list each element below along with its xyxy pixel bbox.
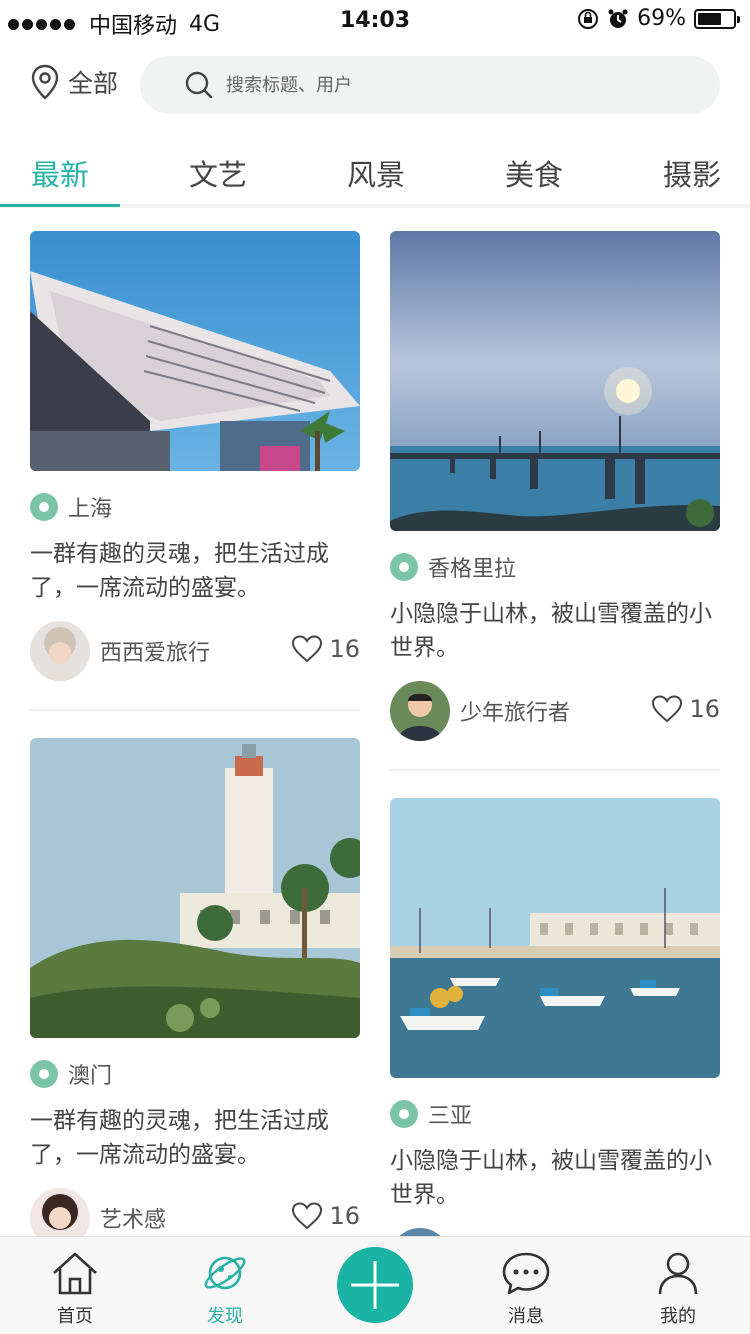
location-filter-label: 全部 — [68, 69, 119, 98]
home-icon — [53, 1252, 97, 1295]
publish-button[interactable] — [337, 1247, 413, 1323]
like-count: 16 — [689, 695, 720, 723]
post-card[interactable]: 香格里拉 小隐隐于山林，被山雪覆盖的小世界。 少年旅行者 16 — [390, 231, 720, 771]
nav-profile[interactable]: 我的 — [628, 1251, 728, 1328]
like-count: 16 — [329, 635, 360, 663]
heart-icon — [292, 635, 323, 663]
author-name[interactable]: 西西爱旅行 — [100, 635, 210, 667]
location-marker-icon — [30, 493, 58, 521]
heart-icon — [292, 1202, 323, 1230]
post-card[interactable]: 三亚 小隐隐于山林，被山雪覆盖的小世界。 — [390, 798, 720, 1288]
post-description: 小隐隐于山林，被山雪覆盖的小世界。 — [390, 601, 712, 661]
post-location-name: 澳门 — [68, 1064, 113, 1089]
post-location: 三亚 — [390, 1098, 720, 1130]
status-right: 69% — [577, 6, 740, 31]
post-description: 小隐隐于山林，被山雪覆盖的小世界。 — [390, 1148, 712, 1208]
author-name[interactable]: 艺术感 — [100, 1202, 166, 1234]
post-photo-building[interactable] — [30, 231, 360, 471]
status-bar: 中国移动 4G 14:03 69% — [0, 0, 750, 40]
tab-latest[interactable]: 最新 — [0, 152, 120, 194]
battery-icon — [694, 8, 740, 29]
nav-profile-label: 我的 — [660, 1306, 696, 1327]
location-pin-icon — [31, 64, 59, 100]
alarm-icon — [608, 9, 628, 28]
nav-messages[interactable]: 消息 — [476, 1251, 576, 1328]
post-location-name: 三亚 — [428, 1104, 473, 1129]
heart-icon — [652, 695, 683, 723]
post-location: 澳门 — [30, 1058, 360, 1090]
bottom-navigation: 首页 发现 消息 我的 — [0, 1236, 750, 1334]
post-author-row: 西西爱旅行 16 — [30, 621, 360, 681]
chat-icon — [502, 1252, 550, 1295]
nav-messages-label: 消息 — [508, 1306, 544, 1327]
post-photo-lighthouse[interactable] — [30, 738, 360, 1038]
planet-icon — [204, 1256, 246, 1290]
location-marker-icon — [390, 1100, 418, 1128]
nav-home-label: 首页 — [57, 1306, 93, 1327]
search-input[interactable] — [226, 74, 646, 96]
location-marker-icon — [390, 553, 418, 581]
tab-photography[interactable]: 摄影 — [632, 152, 750, 194]
tab-literary[interactable]: 文艺 — [158, 152, 278, 194]
rotation-lock-icon — [578, 8, 599, 29]
post-description: 一群有趣的灵魂，把生活过成了，一席流动的盛宴。 — [30, 541, 329, 601]
battery-percent: 69% — [637, 6, 686, 31]
post-location-name: 香格里拉 — [428, 557, 517, 582]
avatar[interactable] — [30, 621, 90, 681]
nav-discover[interactable]: 发现 — [175, 1251, 275, 1328]
user-icon — [658, 1252, 698, 1295]
search-bar[interactable] — [140, 56, 720, 114]
post-card[interactable]: 澳门 一群有趣的灵魂，把生活过成了，一席流动的盛宴。 艺术感 16 — [30, 738, 360, 1248]
tab-food[interactable]: 美食 — [474, 152, 594, 194]
post-author-row: 少年旅行者 16 — [390, 681, 720, 741]
post-card[interactable]: 上海 一群有趣的灵魂，把生活过成了，一席流动的盛宴。 西西爱旅行 16 — [30, 231, 360, 711]
card-divider — [390, 769, 720, 771]
post-description: 一群有趣的灵魂，把生活过成了，一席流动的盛宴。 — [30, 1108, 329, 1168]
nav-discover-label: 发现 — [207, 1306, 243, 1327]
post-photo-harbor[interactable] — [390, 798, 720, 1078]
tab-scenery[interactable]: 风景 — [316, 152, 436, 194]
active-tab-indicator — [0, 204, 120, 207]
nav-home[interactable]: 首页 — [25, 1251, 125, 1328]
post-location-name: 上海 — [68, 497, 113, 522]
plus-icon — [351, 1261, 399, 1309]
category-tabs: 最新 文艺 风景 美食 摄影 — [0, 138, 750, 208]
like-button[interactable]: 16 — [291, 1202, 360, 1230]
location-filter-button[interactable]: 全部 — [30, 64, 118, 100]
like-button[interactable]: 16 — [291, 635, 360, 663]
avatar[interactable] — [390, 681, 450, 741]
location-marker-icon — [30, 1060, 58, 1088]
post-location: 上海 — [30, 491, 360, 523]
search-icon — [185, 71, 213, 99]
author-name[interactable]: 少年旅行者 — [460, 695, 570, 727]
post-location: 香格里拉 — [390, 551, 720, 583]
like-button[interactable]: 16 — [651, 695, 720, 723]
post-photo-pier[interactable] — [390, 231, 720, 531]
like-count: 16 — [329, 1202, 360, 1230]
card-divider — [30, 709, 360, 711]
